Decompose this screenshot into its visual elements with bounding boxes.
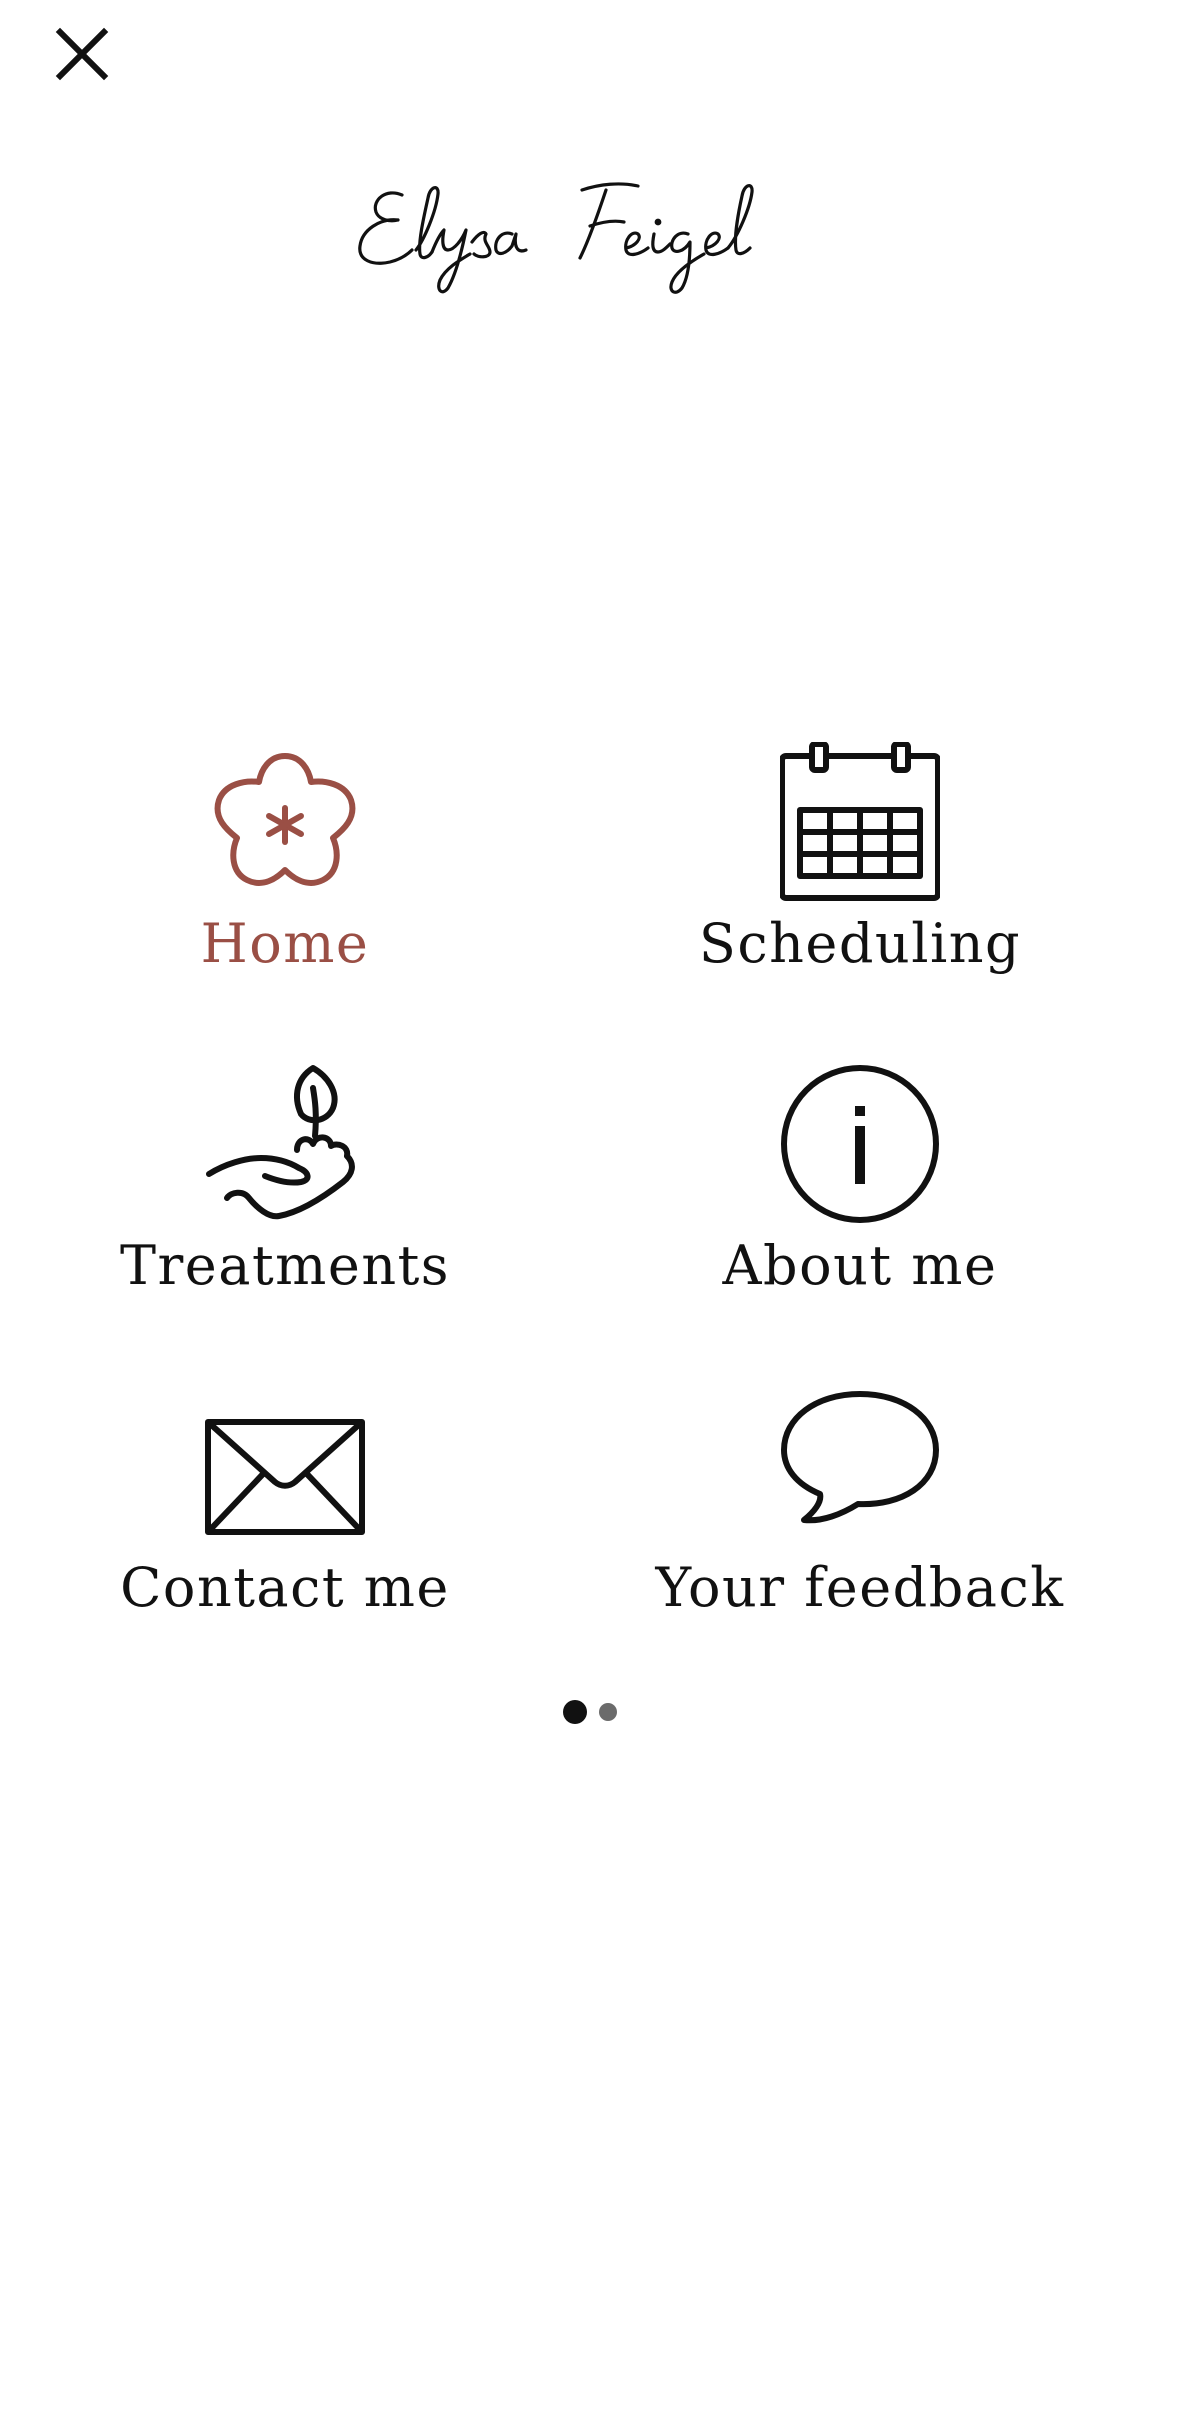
- speech-bubble-icon: [780, 1386, 940, 1546]
- calendar-icon: [780, 742, 940, 902]
- menu-item-your-feedback[interactable]: Your feedback: [610, 1386, 1110, 1686]
- hand-sprout-icon: [205, 1064, 365, 1224]
- brand-signature: [357, 182, 754, 294]
- menu-item-contact-me[interactable]: Contact me: [35, 1386, 535, 1686]
- info-icon: [780, 1064, 940, 1224]
- menu-item-label: Scheduling: [698, 912, 1022, 975]
- page-dot-1[interactable]: [562, 1700, 587, 1724]
- close-button[interactable]: [48, 20, 116, 88]
- menu-item-label: Your feedback: [655, 1556, 1065, 1619]
- menu-item-home[interactable]: Home: [35, 742, 535, 1042]
- brand-logo: [0, 150, 1179, 310]
- page-dot-2[interactable]: [598, 1703, 617, 1721]
- close-icon: [55, 27, 109, 81]
- flower-icon: [205, 742, 365, 902]
- envelope-icon: [205, 1386, 365, 1546]
- menu-item-about-me[interactable]: About me: [610, 1064, 1110, 1364]
- menu-item-label: About me: [722, 1234, 998, 1297]
- menu-item-label: Contact me: [120, 1556, 450, 1619]
- menu-item-label: Treatments: [119, 1234, 451, 1297]
- menu-item-treatments[interactable]: Treatments: [35, 1064, 535, 1364]
- page-indicator: [0, 1699, 1179, 1725]
- menu-item-label: Home: [200, 912, 370, 975]
- menu-item-scheduling[interactable]: Scheduling: [610, 742, 1110, 1042]
